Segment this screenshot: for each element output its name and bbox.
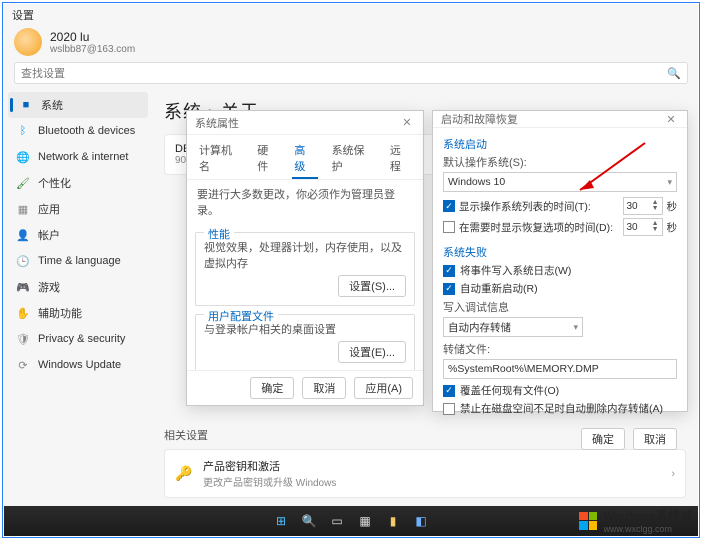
related-item-0[interactable]: 🔑产品密钥和激活更改产品密钥或升级 Windows›: [164, 449, 686, 498]
sidebar-icon: 🌐: [16, 150, 30, 164]
sidebar-icon: ᛒ: [16, 124, 30, 138]
startup-cancel-button[interactable]: 取消: [633, 428, 677, 450]
app-icon[interactable]: ◧: [412, 512, 430, 530]
sidebar-item-2[interactable]: 🌐 Network & internet: [8, 144, 148, 170]
startup-ok-button[interactable]: 确定: [581, 428, 625, 450]
windows-logo-icon: [579, 512, 597, 530]
sysprop-tab-4[interactable]: 远程: [388, 139, 413, 179]
auto-restart-label: 自动重新启动(R): [460, 281, 538, 296]
sysprop-tab-3[interactable]: 系统保护: [330, 139, 376, 179]
sidebar-item-label: 游戏: [38, 279, 60, 295]
sidebar-item-label: 辅助功能: [38, 305, 82, 321]
sidebar-item-9[interactable]: 🛡 Privacy & security: [8, 326, 148, 352]
sidebar-item-label: 帐户: [38, 227, 60, 243]
show-recovery-seconds[interactable]: 30▲▼: [623, 218, 663, 236]
sidebar-item-4[interactable]: ▦ 应用: [8, 196, 148, 222]
sidebar-item-label: 应用: [38, 201, 60, 217]
sysprop-cancel-button[interactable]: 取消: [302, 377, 346, 399]
startup-recovery-dialog: 启动和故障恢复 ✕ 系统启动 默认操作系统(S): Windows 10▾ ✓ …: [432, 110, 688, 412]
user-email: wslbb87@163.com: [50, 44, 135, 55]
sysprop-ok-button[interactable]: 确定: [250, 377, 294, 399]
sysprop-tab-0[interactable]: 计算机名: [197, 139, 243, 179]
chevron-down-icon: ▾: [667, 177, 672, 188]
sidebar-item-1[interactable]: ᛒ Bluetooth & devices: [8, 118, 148, 144]
system-properties-dialog: 系统属性 ✕ 计算机名硬件高级系统保护远程 要进行大多数更改，你必须作为管理员登…: [186, 110, 424, 406]
show-os-list-label: 显示操作系统列表的时间(T):: [459, 199, 619, 214]
sidebar-icon: ⟳: [16, 358, 30, 372]
profile-group-label: 用户配置文件: [204, 308, 278, 324]
sidebar-item-label: Bluetooth & devices: [38, 125, 135, 137]
sidebar-icon: ▦: [16, 202, 30, 216]
watermark: Windows系统城 www.wxclgg.com: [579, 507, 692, 534]
sidebar-item-label: Privacy & security: [38, 333, 125, 345]
sysprop-tab-1[interactable]: 硬件: [255, 139, 280, 179]
sidebar-icon: 👤: [16, 228, 30, 242]
sysprop-tabs: 计算机名硬件高级系统保护远程: [187, 135, 423, 180]
close-icon[interactable]: ✕: [663, 113, 679, 126]
sysprop-tab-2[interactable]: 高级: [292, 139, 317, 179]
perf-desc: 视觉效果，处理器计划，内存使用，以及虚拟内存: [204, 239, 406, 271]
search-placeholder: 查找设置: [21, 65, 65, 81]
sidebar-icon: 🎮: [16, 280, 30, 294]
write-event-checkbox[interactable]: ✓: [443, 265, 455, 277]
sidebar-item-7[interactable]: 🎮 游戏: [8, 274, 148, 300]
sidebar: ■ 系统 ᛒ Bluetooth & devices 🌐 Network & intern…: [4, 90, 152, 512]
show-os-list-seconds[interactable]: 30▲▼: [623, 197, 663, 215]
dump-file-input[interactable]: %SystemRoot%\MEMORY.DMP: [443, 359, 677, 379]
failure-section: 系统失败: [443, 244, 677, 260]
sidebar-item-label: 系统: [41, 97, 63, 113]
related-icon: 🔑: [175, 465, 193, 482]
close-icon[interactable]: ✕: [399, 116, 415, 129]
auto-restart-checkbox[interactable]: ✓: [443, 283, 455, 295]
show-recovery-label: 在需要时显示恢复选项的时间(D):: [459, 220, 619, 235]
profile-settings-button[interactable]: 设置(E)...: [338, 341, 406, 363]
sidebar-icon: 🕒: [16, 254, 30, 268]
disable-autodel-label: 禁止在磁盘空间不足时自动删除内存转储(A): [460, 401, 663, 416]
overwrite-checkbox[interactable]: ✓: [443, 385, 455, 397]
start-icon[interactable]: ⊞: [272, 512, 290, 530]
sidebar-item-label: 个性化: [38, 175, 71, 191]
widgets-icon[interactable]: ▦: [356, 512, 374, 530]
sidebar-item-8[interactable]: ✋ 辅助功能: [8, 300, 148, 326]
sidebar-item-0[interactable]: ■ 系统: [8, 92, 148, 118]
sidebar-item-label: Windows Update: [38, 359, 121, 371]
chevron-down-icon: ▾: [573, 322, 578, 333]
sidebar-item-6[interactable]: 🕒 Time & language: [8, 248, 148, 274]
user-avatar[interactable]: [14, 28, 42, 56]
user-name: 2020 lu: [50, 30, 135, 44]
perf-settings-button[interactable]: 设置(S)...: [338, 275, 406, 297]
search-input[interactable]: 查找设置 🔍: [14, 62, 688, 84]
sidebar-item-5[interactable]: 👤 帐户: [8, 222, 148, 248]
sysprop-note: 要进行大多数更改，你必须作为管理员登录。: [187, 180, 423, 224]
default-os-label: 默认操作系统(S):: [443, 154, 677, 170]
show-os-list-checkbox[interactable]: ✓: [443, 200, 455, 212]
sidebar-icon: ■: [19, 98, 33, 112]
default-os-select[interactable]: Windows 10▾: [443, 172, 677, 192]
perf-group-label: 性能: [204, 226, 234, 242]
sidebar-item-10[interactable]: ⟳ Windows Update: [8, 352, 148, 378]
debug-info-select[interactable]: 自动内存转储▾: [443, 317, 583, 337]
search-icon[interactable]: 🔍: [300, 512, 318, 530]
overwrite-label: 覆盖任何现有文件(O): [460, 383, 559, 398]
startup-dialog-title: 启动和故障恢复: [441, 111, 518, 127]
startup-section: 系统启动: [443, 136, 677, 152]
sidebar-item-label: Time & language: [38, 255, 121, 267]
sidebar-icon: 🛡: [16, 332, 30, 346]
chevron-right-icon: ›: [671, 468, 675, 480]
show-recovery-checkbox[interactable]: [443, 221, 455, 233]
debug-info-label: 写入调试信息: [443, 299, 677, 315]
disable-autodel-checkbox[interactable]: [443, 403, 455, 415]
search-icon: 🔍: [667, 67, 681, 80]
window-title: 设置: [12, 7, 34, 23]
sidebar-item-label: Network & internet: [38, 151, 128, 163]
dump-file-label: 转储文件:: [443, 341, 677, 357]
taskview-icon[interactable]: ▭: [328, 512, 346, 530]
write-event-label: 将事件写入系统日志(W): [460, 263, 571, 278]
sidebar-icon: 🖌: [16, 176, 30, 190]
explorer-icon[interactable]: ▮: [384, 512, 402, 530]
sysprop-apply-button[interactable]: 应用(A): [354, 377, 413, 399]
sysprop-title: 系统属性: [195, 115, 239, 131]
sidebar-item-3[interactable]: 🖌 个性化: [8, 170, 148, 196]
sidebar-icon: ✋: [16, 306, 30, 320]
